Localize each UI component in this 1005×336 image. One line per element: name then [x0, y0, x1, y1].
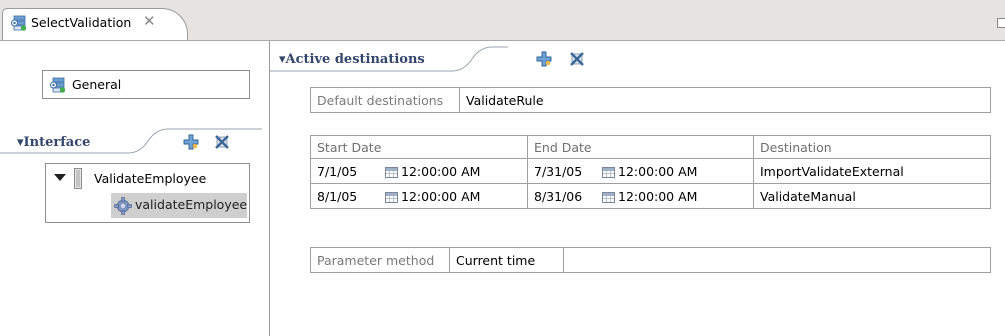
parameter-method-row: Parameter method Current time [310, 247, 991, 273]
destinations-table: Start Date End Date Destination 7/1/05 12… [310, 135, 991, 209]
selector-component-icon [11, 15, 27, 31]
add-icon[interactable] [183, 134, 199, 150]
remove-icon[interactable] [569, 51, 585, 67]
end-date-cell[interactable]: 8/31/06 12:00:00 AM [527, 183, 754, 209]
general-button[interactable]: General [42, 70, 250, 99]
tab-select-validation[interactable]: SelectValidation ✕ [2, 8, 188, 40]
column-header-start-date[interactable]: Start Date [310, 135, 528, 159]
interface-icon [74, 168, 82, 189]
interface-tree: ValidateEmployee validateEmployee [45, 163, 250, 223]
selector-component-icon [50, 77, 66, 93]
remove-icon[interactable] [214, 134, 230, 150]
add-icon[interactable] [536, 51, 552, 67]
column-header-end-date[interactable]: End Date [527, 135, 754, 159]
maximize-icon[interactable] [997, 18, 1005, 28]
table-header-row: Start Date End Date Destination [310, 135, 991, 159]
general-label: General [72, 77, 122, 92]
tree-expand-icon[interactable] [54, 174, 66, 181]
tree-item-interface[interactable]: ValidateEmployee [94, 171, 206, 186]
calendar-icon[interactable] [602, 191, 615, 203]
parameter-method-empty-cell [563, 247, 991, 273]
parameter-method-value[interactable]: Current time [449, 247, 564, 273]
destination-cell[interactable]: ValidateManual [753, 183, 991, 209]
parameter-method-label: Parameter method [310, 247, 450, 273]
calendar-icon[interactable] [385, 191, 398, 203]
editor-tab-strip: SelectValidation ✕ [0, 0, 1005, 41]
end-date-cell[interactable]: 7/31/05 12:00:00 AM [527, 158, 754, 184]
calendar-icon[interactable] [385, 166, 398, 178]
table-row[interactable]: 8/1/05 12:00:00 AM 8/31/06 12:00:00 AM Val… [310, 183, 991, 209]
destination-cell[interactable]: ImportValidateExternal [753, 158, 991, 184]
start-date-cell[interactable]: 7/1/05 12:00:00 AM [310, 158, 528, 184]
section-divider [270, 46, 508, 72]
right-pane: ▾Active destinations Default destination… [270, 41, 1005, 336]
tab-title: SelectValidation [31, 15, 132, 30]
default-destinations-row: Default destinations ValidateRule [310, 87, 991, 113]
default-destinations-value[interactable]: ValidateRule [459, 87, 991, 113]
operation-label: validateEmployee [135, 197, 248, 212]
left-pane: General ▾Interface ValidateEmployee vali… [0, 41, 270, 336]
close-icon[interactable]: ✕ [143, 12, 156, 30]
calendar-icon[interactable] [602, 166, 615, 178]
start-date-cell[interactable]: 8/1/05 12:00:00 AM [310, 183, 528, 209]
operation-gear-icon [114, 197, 132, 215]
table-row[interactable]: 7/1/05 12:00:00 AM 7/31/05 12:00:00 AM Imp… [310, 158, 991, 184]
tree-item-operation[interactable]: validateEmployee [111, 193, 247, 218]
default-destinations-label: Default destinations [310, 87, 460, 113]
column-header-destination[interactable]: Destination [753, 135, 991, 159]
